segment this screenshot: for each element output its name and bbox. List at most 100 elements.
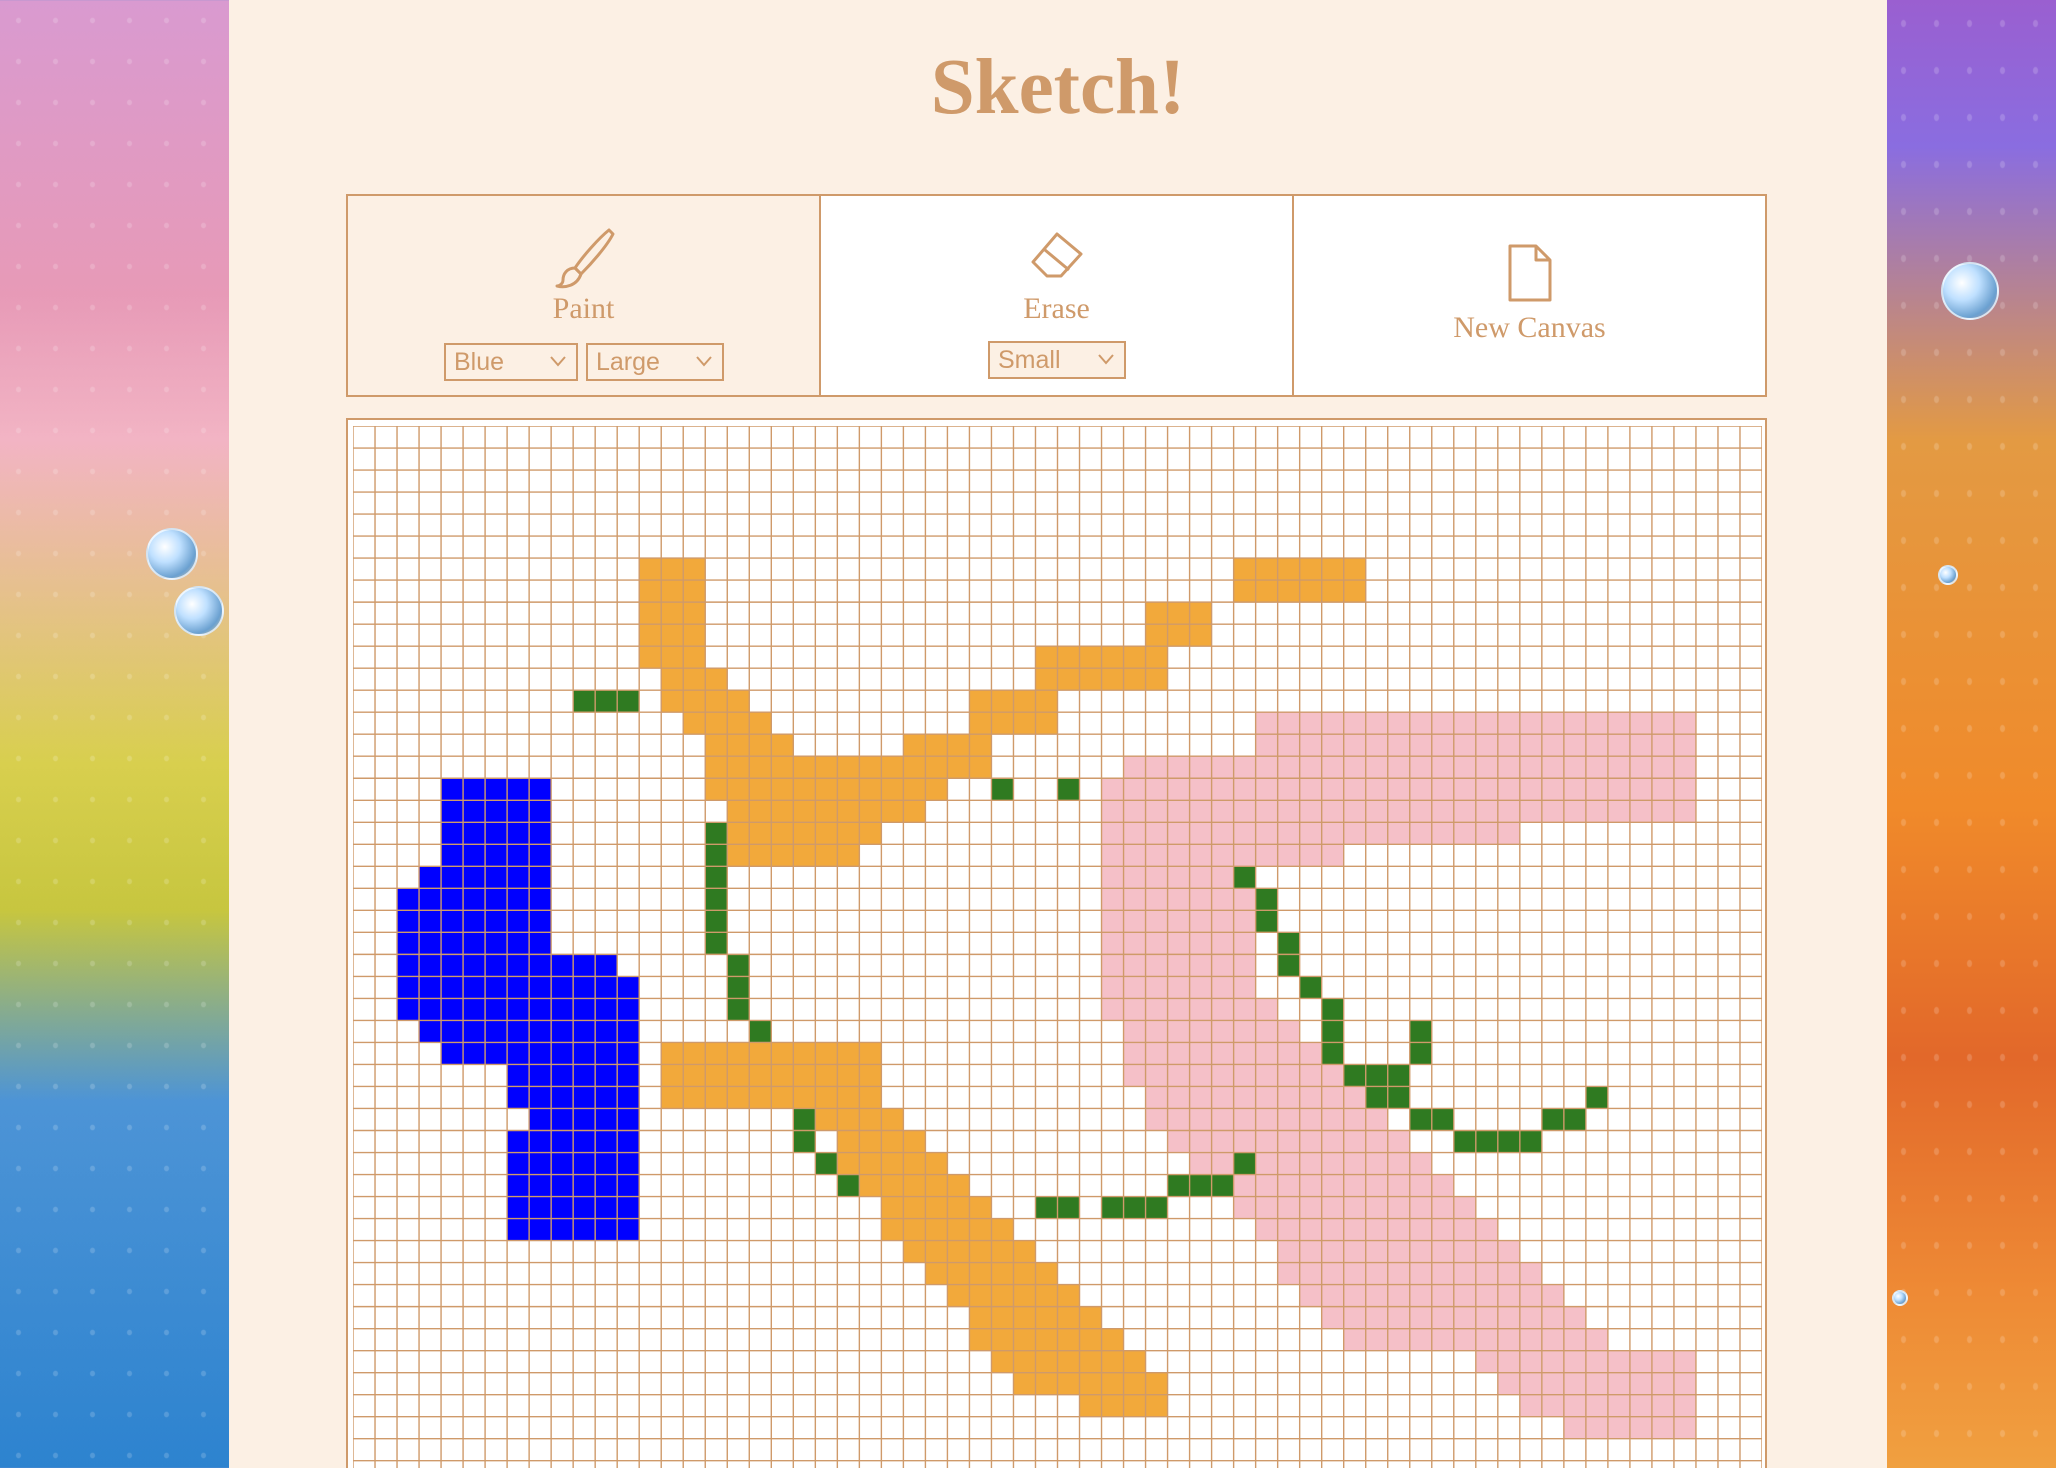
painted-cell-orange[interactable]	[1057, 1328, 1080, 1351]
painted-cell-blue[interactable]	[595, 1108, 618, 1131]
painted-cell-pink[interactable]	[1277, 1262, 1300, 1285]
painted-cell-pink[interactable]	[1189, 1020, 1212, 1043]
painted-cell-orange[interactable]	[749, 800, 772, 823]
painted-cell-orange[interactable]	[705, 712, 728, 735]
painted-cell-pink[interactable]	[1299, 1262, 1322, 1285]
painted-cell-pink[interactable]	[1519, 1394, 1542, 1417]
painted-cell-pink[interactable]	[1255, 800, 1278, 823]
painted-cell-orange[interactable]	[815, 844, 838, 867]
painted-cell-orange[interactable]	[1255, 558, 1278, 581]
painted-cell-pink[interactable]	[1145, 822, 1168, 845]
painted-cell-pink[interactable]	[1123, 778, 1146, 801]
painted-cell-blue[interactable]	[419, 932, 442, 955]
painted-cell-orange[interactable]	[683, 602, 706, 625]
painted-cell-pink[interactable]	[1475, 800, 1498, 823]
painted-cell-green[interactable]	[1453, 1130, 1476, 1153]
painted-cell-green[interactable]	[1277, 954, 1300, 977]
painted-cell-pink[interactable]	[1233, 1020, 1256, 1043]
painted-cell-pink[interactable]	[1475, 712, 1498, 735]
painted-cell-orange[interactable]	[1035, 1284, 1058, 1307]
painted-cell-pink[interactable]	[1277, 844, 1300, 867]
painted-cell-blue[interactable]	[573, 1086, 596, 1109]
painted-cell-pink[interactable]	[1453, 1240, 1476, 1263]
painted-cell-orange[interactable]	[903, 1240, 926, 1263]
painted-cell-pink[interactable]	[1167, 1042, 1190, 1065]
painted-cell-orange[interactable]	[683, 1064, 706, 1087]
painted-cell-pink[interactable]	[1673, 712, 1696, 735]
painted-cell-orange[interactable]	[947, 1240, 970, 1263]
painted-cell-green[interactable]	[727, 954, 750, 977]
painted-cell-pink[interactable]	[1497, 1240, 1520, 1263]
painted-cell-orange[interactable]	[969, 1240, 992, 1263]
painted-cell-orange[interactable]	[771, 1086, 794, 1109]
painted-cell-pink[interactable]	[1431, 1328, 1454, 1351]
painted-cell-pink[interactable]	[1145, 910, 1168, 933]
painted-cell-pink[interactable]	[1255, 1064, 1278, 1087]
painted-cell-orange[interactable]	[947, 734, 970, 757]
painted-cell-pink[interactable]	[1321, 1196, 1344, 1219]
painted-cell-green[interactable]	[1343, 1064, 1366, 1087]
painted-cell-orange[interactable]	[683, 668, 706, 691]
painted-cell-pink[interactable]	[1299, 778, 1322, 801]
painted-cell-pink[interactable]	[1277, 1218, 1300, 1241]
painted-cell-pink[interactable]	[1145, 1108, 1168, 1131]
painted-cell-orange[interactable]	[1233, 580, 1256, 603]
painted-cell-blue[interactable]	[617, 1042, 640, 1065]
painted-cell-green[interactable]	[705, 910, 728, 933]
painted-cell-pink[interactable]	[1475, 734, 1498, 757]
paint-color-select[interactable]: Blue	[444, 343, 578, 381]
painted-cell-blue[interactable]	[507, 822, 530, 845]
painted-cell-pink[interactable]	[1167, 888, 1190, 911]
painted-cell-blue[interactable]	[507, 888, 530, 911]
painted-cell-pink[interactable]	[1431, 1284, 1454, 1307]
painted-cell-blue[interactable]	[573, 1196, 596, 1219]
painted-cell-pink[interactable]	[1409, 1174, 1432, 1197]
painted-cell-pink[interactable]	[1123, 888, 1146, 911]
painted-cell-orange[interactable]	[1145, 668, 1168, 691]
painted-cell-pink[interactable]	[1145, 932, 1168, 955]
painted-cell-orange[interactable]	[947, 1262, 970, 1285]
painted-cell-pink[interactable]	[1497, 822, 1520, 845]
painted-cell-pink[interactable]	[1409, 1328, 1432, 1351]
painted-cell-blue[interactable]	[529, 1196, 552, 1219]
painted-cell-orange[interactable]	[925, 1152, 948, 1175]
painted-cell-pink[interactable]	[1145, 844, 1168, 867]
painted-cell-pink[interactable]	[1277, 822, 1300, 845]
painted-cell-pink[interactable]	[1497, 800, 1520, 823]
painted-cell-pink[interactable]	[1167, 932, 1190, 955]
painted-cell-pink[interactable]	[1519, 1328, 1542, 1351]
painted-cell-pink[interactable]	[1607, 1350, 1630, 1373]
painted-cell-pink[interactable]	[1453, 1306, 1476, 1329]
painted-cell-pink[interactable]	[1189, 998, 1212, 1021]
painted-cell-pink[interactable]	[1189, 778, 1212, 801]
painted-cell-blue[interactable]	[485, 778, 508, 801]
painted-cell-pink[interactable]	[1431, 756, 1454, 779]
painted-cell-pink[interactable]	[1233, 1042, 1256, 1065]
painted-cell-orange[interactable]	[661, 558, 684, 581]
painted-cell-green[interactable]	[1101, 1196, 1124, 1219]
painted-cell-pink[interactable]	[1299, 822, 1322, 845]
painted-cell-orange[interactable]	[793, 822, 816, 845]
painted-cell-pink[interactable]	[1409, 712, 1432, 735]
painted-cell-blue[interactable]	[529, 866, 552, 889]
painted-cell-pink[interactable]	[1299, 1218, 1322, 1241]
painted-cell-orange[interactable]	[1013, 712, 1036, 735]
painted-cell-blue[interactable]	[617, 1020, 640, 1043]
painted-cell-orange[interactable]	[1035, 1372, 1058, 1395]
painted-cell-orange[interactable]	[859, 822, 882, 845]
painted-cell-pink[interactable]	[1409, 1284, 1432, 1307]
painted-cell-pink[interactable]	[1343, 778, 1366, 801]
painted-cell-green[interactable]	[1541, 1108, 1564, 1131]
painted-cell-pink[interactable]	[1497, 1350, 1520, 1373]
painted-cell-orange[interactable]	[903, 1218, 926, 1241]
painted-cell-pink[interactable]	[1299, 1042, 1322, 1065]
painted-cell-orange[interactable]	[749, 844, 772, 867]
painted-cell-pink[interactable]	[1673, 1394, 1696, 1417]
painted-cell-green[interactable]	[1563, 1108, 1586, 1131]
painted-cell-pink[interactable]	[1475, 1240, 1498, 1263]
painted-cell-pink[interactable]	[1673, 1372, 1696, 1395]
painted-cell-orange[interactable]	[991, 1306, 1014, 1329]
painted-cell-pink[interactable]	[1101, 778, 1124, 801]
painted-cell-pink[interactable]	[1541, 1394, 1564, 1417]
painted-cell-blue[interactable]	[617, 1152, 640, 1175]
